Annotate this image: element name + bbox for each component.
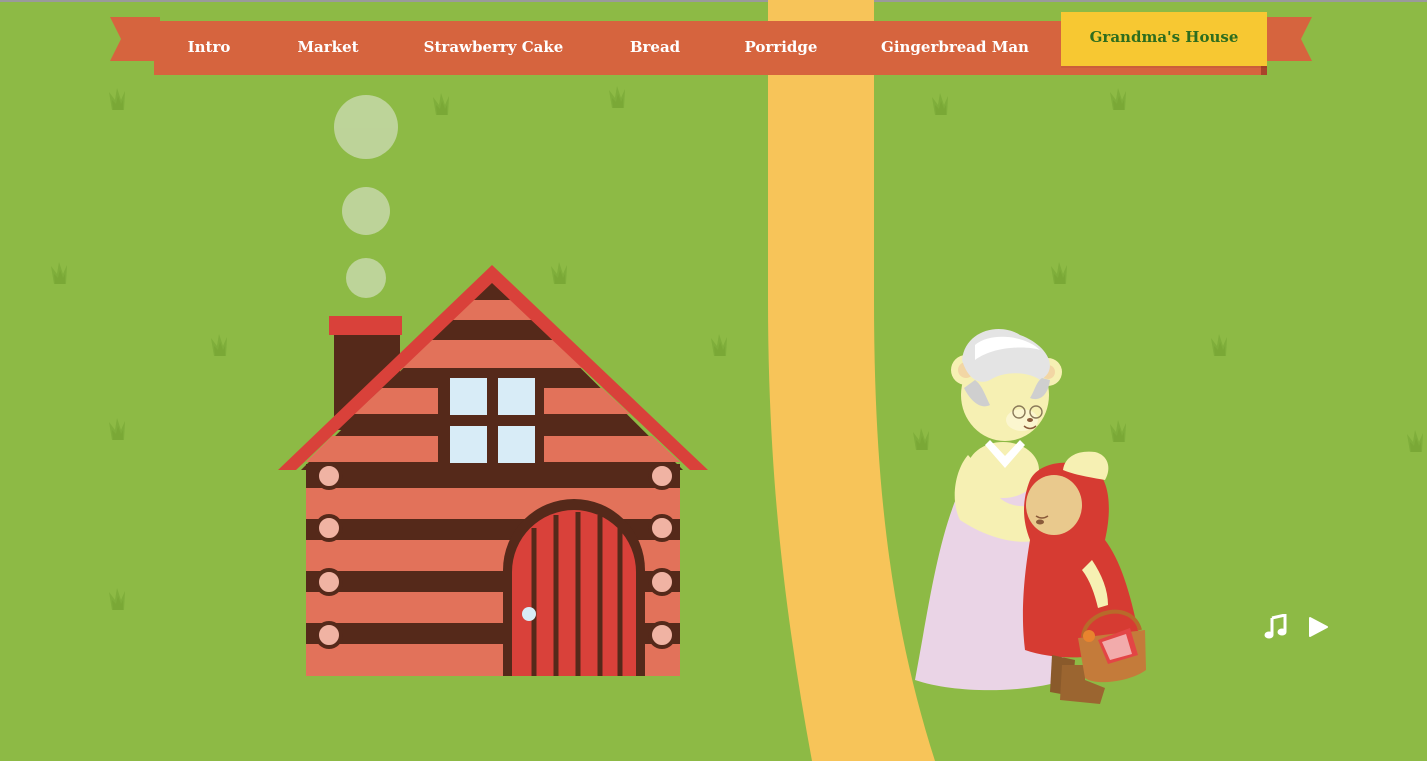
storybook-scene <box>51 0 1423 761</box>
yellow-path <box>768 0 935 761</box>
nav-item-intro[interactable]: Intro <box>174 21 244 75</box>
media-controls <box>1262 612 1332 642</box>
nav-item-strawberry-cake[interactable]: Strawberry Cake <box>416 21 571 75</box>
grass-tufts <box>51 86 1423 610</box>
play-icon[interactable] <box>1304 612 1332 642</box>
nav-item-porridge[interactable]: Porridge <box>736 21 826 75</box>
log-cabin <box>278 265 708 676</box>
grandma-and-red-riding-hood <box>915 328 1146 704</box>
nav-item-bread[interactable]: Bread <box>616 21 694 75</box>
music-note-icon[interactable] <box>1262 612 1290 642</box>
chapter-nav: Intro Market Strawberry Cake Bread Porri… <box>154 12 1267 75</box>
chimney-smoke <box>334 95 398 298</box>
nav-item-grandmas-house[interactable]: Grandma's House <box>1061 12 1267 66</box>
nav-item-gingerbread-man[interactable]: Gingerbread Man <box>874 21 1036 75</box>
nav-item-market[interactable]: Market <box>282 21 374 75</box>
